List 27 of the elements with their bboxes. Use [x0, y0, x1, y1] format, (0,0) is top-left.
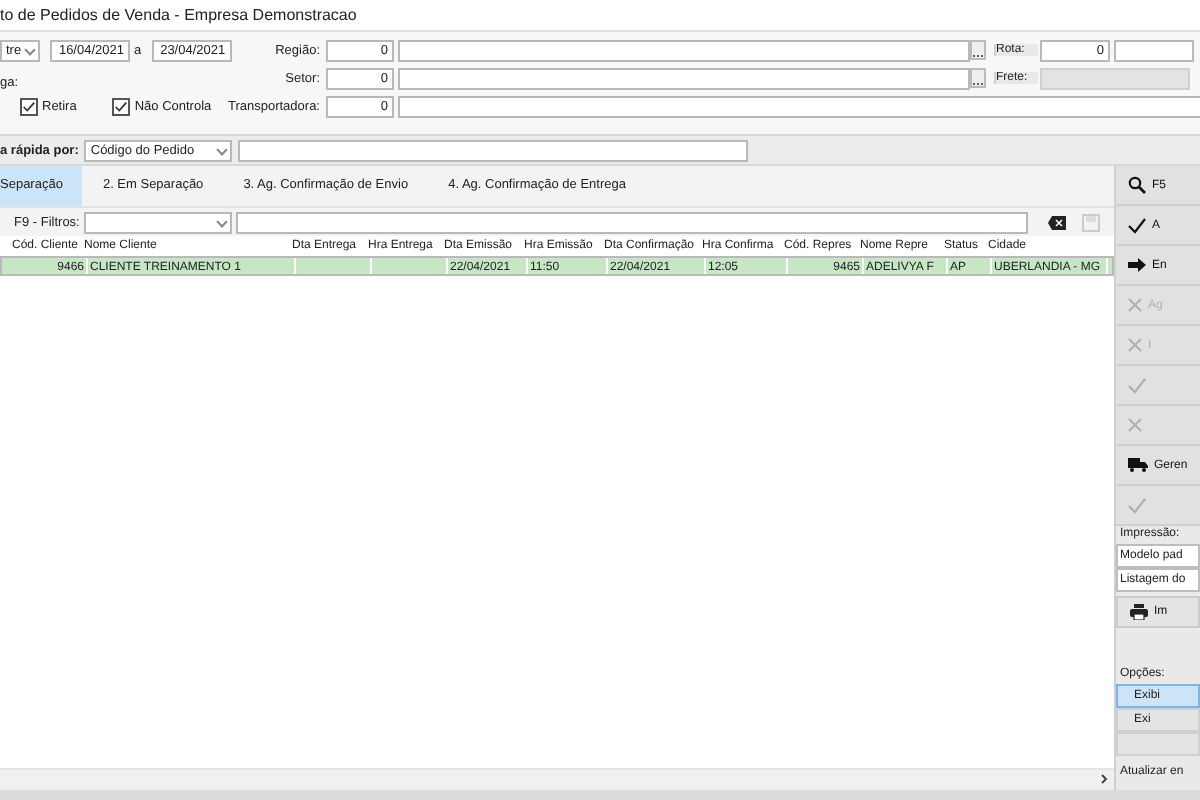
horizontal-scrollbar[interactable] [0, 768, 1114, 790]
option-button[interactable] [1116, 732, 1200, 756]
description-field[interactable] [398, 67, 970, 89]
window-title: to de Pedidos de Venda - Empresa Demonstracao [0, 0, 1200, 30]
filter-select[interactable] [83, 211, 232, 233]
close-icon [1128, 418, 1142, 432]
check-icon [1128, 377, 1146, 393]
checkbox[interactable] [20, 97, 38, 115]
search-icon [1128, 176, 1146, 194]
close-icon [1128, 338, 1142, 352]
route-name-field[interactable] [1114, 39, 1194, 61]
truck-icon [1128, 458, 1148, 472]
filter-field[interactable] [235, 211, 1028, 233]
printer-icon [1130, 604, 1148, 620]
scroll-right-icon[interactable] [1100, 774, 1108, 788]
check-icon [1128, 217, 1146, 233]
save-icon[interactable] [1081, 213, 1100, 231]
checkbox[interactable] [112, 97, 131, 115]
arrow-right-icon [1128, 258, 1146, 272]
eraser-icon[interactable] [1047, 215, 1066, 229]
lookup-button[interactable] [970, 68, 986, 88]
lookup-button[interactable] [970, 40, 986, 60]
check-icon [1128, 497, 1146, 513]
description-field[interactable] [398, 39, 970, 61]
search-field[interactable] [238, 139, 749, 161]
close-icon [1128, 298, 1142, 312]
description-field[interactable] [398, 95, 1200, 117]
